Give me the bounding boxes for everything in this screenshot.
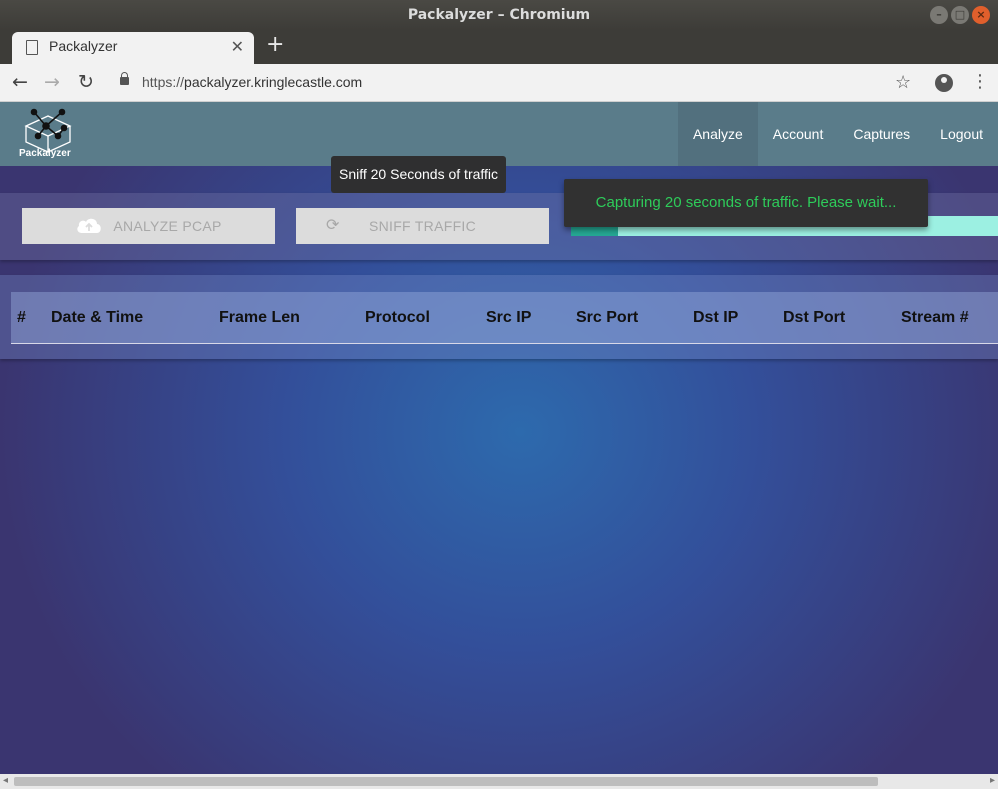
window-title: Packalyzer – Chromium [407,7,591,23]
window-titlebar: Packalyzer – Chromium – □ × [0,0,998,30]
nav-logout[interactable]: Logout [925,102,998,166]
sniff-tooltip: Sniff 20 Seconds of traffic [331,156,507,193]
nav-captures[interactable]: Captures [838,102,925,166]
sync-icon: ⟳ [326,217,340,234]
forward-arrow-icon[interactable]: → [44,71,60,93]
browser-tab[interactable]: Packalyzer ✕ [12,32,254,64]
tab-strip: Packalyzer ✕ + [0,30,998,64]
profile-icon[interactable] [935,74,953,92]
app-nav-links: Analyze Account Captures Logout [677,102,998,166]
cloud-upload-icon [77,219,102,234]
col-dst-ip[interactable]: Dst IP [693,292,738,344]
url-scheme: https:// [142,74,185,90]
close-window-icon[interactable]: × [972,6,990,24]
col-protocol[interactable]: Protocol [365,292,430,344]
address-bar[interactable]: https://packalyzer.kringlecastle.com [142,74,362,90]
url-host: packalyzer.kringlecastle.com [184,74,363,90]
lock-icon[interactable] [120,72,129,85]
page-icon [26,40,38,55]
scrollbar-thumb[interactable] [14,777,878,786]
capture-snackbar: Capturing 20 seconds of traffic. Please … [564,179,928,227]
new-tab-icon[interactable]: + [266,32,284,57]
analyze-pcap-button[interactable]: ANALYZE PCAP [22,208,275,244]
tab-close-icon[interactable]: ✕ [231,37,244,56]
kebab-menu-icon[interactable]: ⋮ [971,71,989,92]
col-stream[interactable]: Stream # [901,292,969,344]
scroll-right-icon[interactable]: ▸ [990,775,995,786]
packet-table-panel: # Date & Time Frame Len Protocol Src IP … [0,275,998,359]
back-arrow-icon[interactable]: ← [12,71,28,93]
scroll-left-icon[interactable]: ◂ [3,775,8,786]
sniff-traffic-label: SNIFF TRAFFIC [368,218,477,234]
minimize-icon[interactable]: – [930,6,948,24]
browser-toolbar: ← → ↻ https://packalyzer.kringlecastle.c… [0,64,998,102]
horizontal-scrollbar[interactable]: ◂ ▸ [0,774,998,789]
col-frame-len[interactable]: Frame Len [219,292,300,344]
packet-table-header: # Date & Time Frame Len Protocol Src IP … [11,292,998,344]
col-src-ip[interactable]: Src IP [486,292,531,344]
col-number[interactable]: # [17,292,26,344]
bookmark-star-icon[interactable]: ☆ [895,72,911,93]
reload-icon[interactable]: ↻ [78,71,94,93]
nav-analyze[interactable]: Analyze [677,102,758,166]
analyze-pcap-label: ANALYZE PCAP [113,218,222,234]
sniff-traffic-button[interactable]: ⟳ SNIFF TRAFFIC [296,208,549,244]
page: Packalyzer Analyze Account Captures Logo… [0,102,998,774]
maximize-icon[interactable]: □ [951,6,969,24]
col-dst-port[interactable]: Dst Port [783,292,845,344]
tab-title: Packalyzer [49,38,118,54]
logo-text: Packalyzer [19,148,71,159]
col-date-time[interactable]: Date & Time [51,292,143,344]
col-src-port[interactable]: Src Port [576,292,638,344]
nav-account[interactable]: Account [758,102,839,166]
